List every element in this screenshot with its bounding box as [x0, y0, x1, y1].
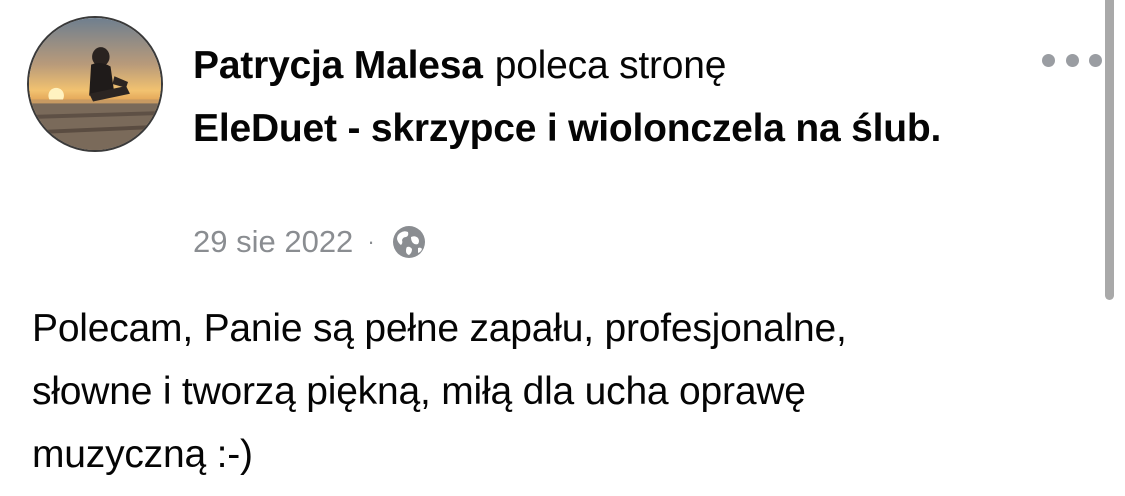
more-options-button[interactable]	[1042, 48, 1102, 72]
author-name[interactable]: Patrycja Malesa	[193, 44, 483, 87]
recommended-page-name[interactable]: EleDuet - skrzypce i wiolonczela na ślub…	[193, 107, 941, 150]
more-options-icon-dot	[1065, 53, 1079, 67]
post-meta: 29 sie 2022 ·	[193, 222, 427, 262]
more-options-icon-dot	[1089, 53, 1102, 67]
post-body: Polecam, Panie są pełne zapału, profesjo…	[32, 297, 1072, 486]
post-card: Patrycja Malesa poleca stronę EleDuet - s…	[0, 0, 1125, 496]
avatar[interactable]	[27, 16, 163, 152]
post-date[interactable]: 29 sie 2022	[193, 224, 353, 260]
meta-separator: ·	[367, 229, 375, 254]
more-options-icon-dot	[1042, 53, 1055, 67]
post-body-line: muzyczną :-)	[32, 433, 253, 476]
scrollbar[interactable]	[1105, 0, 1114, 300]
globe-icon[interactable]	[391, 224, 427, 260]
post-body-line: słowne i tworzą piękną, miłą dla ucha op…	[32, 370, 806, 413]
post-body-line: Polecam, Panie są pełne zapału, profesjo…	[32, 307, 847, 350]
post-action: poleca stronę	[494, 44, 727, 87]
post-header: Patrycja Malesa poleca stronę EleDuet - s…	[193, 34, 993, 160]
